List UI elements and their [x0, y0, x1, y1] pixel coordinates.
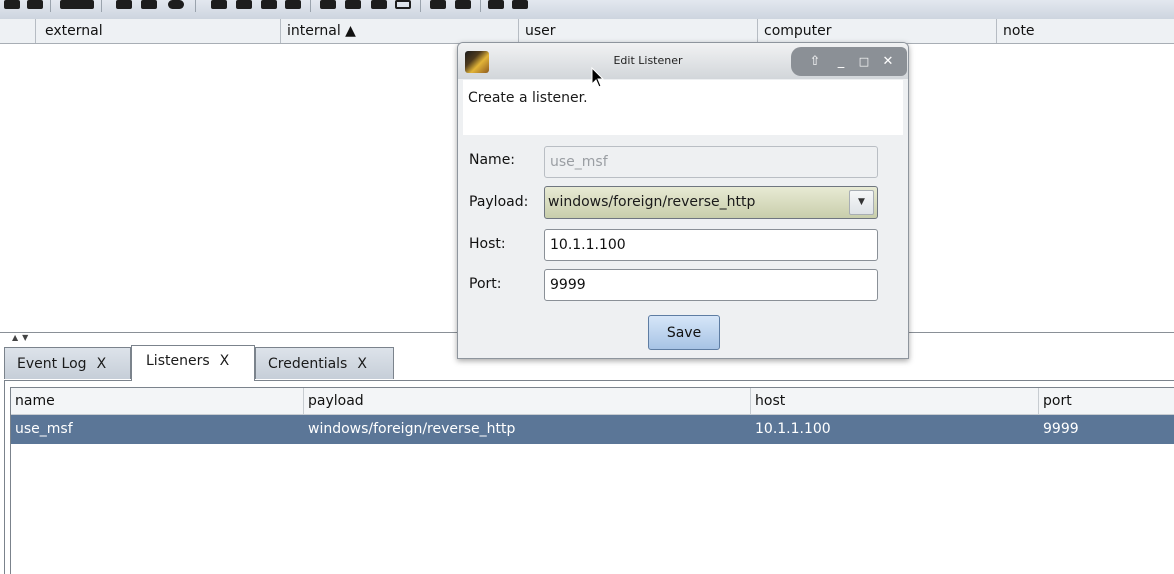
dialog-title-bar[interactable]: Edit Listener ⇧ _ □ ✕ — [458, 43, 908, 79]
disconnect-icon[interactable] — [27, 0, 43, 9]
column-header-user[interactable]: user — [518, 19, 757, 43]
console-icon[interactable] — [211, 0, 227, 9]
toolbar — [0, 0, 1174, 19]
cell-host: 10.1.1.100 — [755, 421, 831, 437]
name-label: Name: — [469, 152, 516, 168]
listeners-panel: name payload host port use_msf windows/f… — [4, 380, 1174, 574]
column-header-external[interactable]: external — [35, 19, 280, 43]
port-field[interactable] — [544, 269, 878, 301]
crosshair-icon[interactable] — [168, 0, 184, 9]
dialog-title: Edit Listener — [613, 54, 683, 67]
tab-close-button[interactable]: X — [357, 356, 367, 372]
host-field[interactable] — [544, 229, 878, 261]
payload-label: Payload: — [469, 194, 529, 210]
minimize-icon[interactable]: _ — [831, 47, 851, 76]
cube-icon[interactable] — [512, 0, 528, 9]
tab-close-button[interactable]: X — [97, 356, 107, 372]
listeners-table-header: name payload host port — [11, 388, 1174, 415]
name-field — [544, 146, 878, 178]
dialog-message: Create a listener. — [463, 80, 903, 135]
shade-icon[interactable]: ⇧ — [805, 47, 825, 76]
toolbar-separator — [420, 0, 421, 12]
tab-listeners[interactable]: Listeners X — [131, 345, 255, 381]
close-icon[interactable]: ✕ — [878, 47, 898, 76]
chevron-down-icon[interactable]: ▼ — [849, 190, 874, 215]
column-header-port[interactable]: port — [1038, 388, 1174, 414]
payload-select[interactable]: windows/foreign/reverse_http ▼ — [544, 186, 878, 219]
splitter-arrows-icon[interactable]: ▲▼ — [12, 333, 32, 342]
new-connection-icon[interactable] — [4, 0, 20, 9]
host-label: Host: — [469, 236, 506, 252]
edit-listener-dialog: Edit Listener ⇧ _ □ ✕ Create a listener.… — [457, 42, 909, 359]
cell-name: use_msf — [15, 421, 73, 437]
listeners-table[interactable]: name payload host port use_msf windows/f… — [10, 387, 1174, 574]
book-icon[interactable] — [488, 0, 504, 9]
list-icon[interactable] — [141, 0, 157, 9]
column-header-name[interactable]: name — [11, 388, 305, 414]
table-row[interactable]: use_msf windows/foreign/reverse_http 10.… — [11, 415, 1174, 444]
toolbar-separator — [310, 0, 311, 12]
mouse-cursor-icon — [591, 67, 605, 88]
server-icon[interactable] — [455, 0, 471, 9]
toolbar-separator — [480, 0, 481, 12]
coffee-icon[interactable] — [345, 0, 361, 9]
column-header-internal[interactable]: internal ▲ — [280, 19, 518, 43]
cell-port: 9999 — [1043, 421, 1079, 437]
payload-selected-value: windows/foreign/reverse_http — [548, 194, 756, 210]
window-controls: ⇧ _ □ ✕ — [791, 47, 907, 76]
cell-payload: windows/foreign/reverse_http — [308, 421, 516, 437]
link-icon[interactable] — [430, 0, 446, 9]
save-button[interactable]: Save — [648, 315, 720, 350]
column-header-payload[interactable]: payload — [303, 388, 752, 414]
column-header-note[interactable]: note — [996, 19, 1174, 43]
targets-table-header: external internal ▲ user computer note — [0, 19, 1174, 44]
settings-icon[interactable] — [320, 0, 336, 9]
key-icon[interactable] — [261, 0, 277, 9]
tab-credentials[interactable]: Credentials X — [255, 347, 394, 379]
graph-icon[interactable] — [116, 0, 132, 9]
tab-close-button[interactable]: X — [220, 353, 230, 369]
toolbar-separator — [101, 0, 102, 12]
tab-event-log[interactable]: Event Log X — [4, 347, 131, 379]
column-header-select[interactable] — [0, 19, 35, 43]
column-header-computer[interactable]: computer — [757, 19, 996, 43]
screenshot-icon[interactable] — [285, 0, 301, 9]
download-icon[interactable] — [236, 0, 252, 9]
toolbar-separator — [195, 0, 196, 12]
toolbar-separator — [50, 0, 51, 12]
targets-icon[interactable] — [60, 0, 94, 9]
script-icon[interactable] — [395, 0, 411, 9]
log-icon[interactable] — [371, 0, 387, 9]
tab-label: Listeners — [146, 353, 210, 369]
tab-label: Credentials — [268, 356, 348, 372]
port-label: Port: — [469, 276, 502, 292]
tab-label: Event Log — [17, 356, 87, 372]
column-header-host[interactable]: host — [750, 388, 1040, 414]
maximize-icon[interactable]: □ — [854, 47, 874, 76]
